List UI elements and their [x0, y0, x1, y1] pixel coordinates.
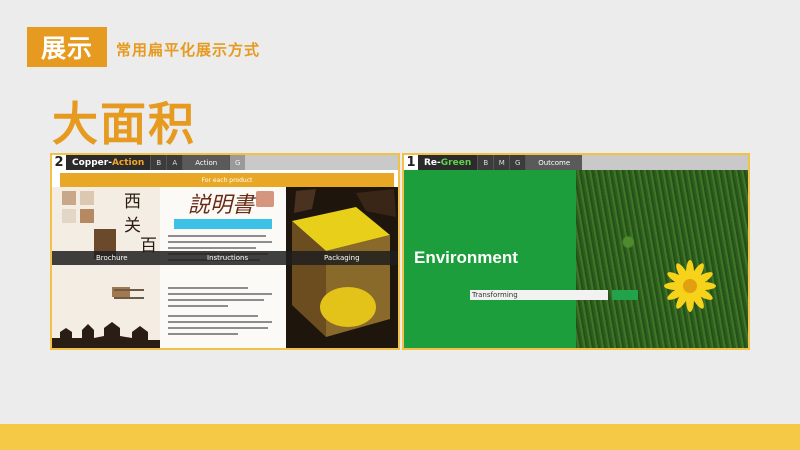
tab-action[interactable]: Action [182, 155, 230, 170]
text-line [168, 305, 228, 307]
packaging-box-image [286, 187, 398, 348]
label-packaging: Packaging [324, 254, 360, 262]
panel-number: 2 [52, 155, 66, 170]
decor-tile [80, 191, 94, 205]
panel-name-part1: Re- [424, 157, 441, 168]
text-line [114, 289, 144, 291]
calligraphy-char: 西 [124, 192, 141, 212]
re-green-panel: 1 Re- Green B M G Outcome Environment Tra… [402, 153, 750, 350]
panel-number: 1 [404, 155, 418, 170]
tab-b[interactable]: B [150, 155, 167, 170]
text-line [168, 299, 264, 301]
tabbar-spacer [245, 155, 398, 170]
text-line [168, 241, 272, 243]
section-subtitle: 常用扁平化展示方式 [116, 41, 261, 59]
panel-name-part2: Green [440, 157, 472, 168]
section-label: 展示 [27, 27, 107, 67]
tab-b[interactable]: B [477, 155, 494, 170]
transforming-field: Transforming [470, 290, 608, 300]
calligraphy-char: 关 [124, 216, 141, 236]
text-line [168, 293, 272, 295]
panel-name-part1: Copper- [72, 157, 112, 168]
document-banner [174, 219, 272, 229]
section-label-strip: Brochure Instructions Packaging [52, 251, 398, 265]
instructions-document: 説明書 [160, 187, 286, 348]
re-green-tabbar: 1 Re- Green B M G Outcome [404, 155, 748, 170]
text-line [168, 315, 258, 317]
seal-stamp [256, 191, 274, 207]
document-title: 説明書 [188, 193, 255, 218]
tabbar-spacer [582, 155, 748, 170]
re-green-content: Environment Transforming [404, 170, 748, 348]
text-line [168, 333, 238, 335]
text-line [168, 247, 256, 249]
label-instructions: Instructions [207, 254, 249, 262]
decor-tile [62, 209, 76, 223]
label-brochure: Brochure [96, 254, 128, 262]
decor-tile [62, 191, 76, 205]
product-banner: For each product [60, 173, 394, 187]
tab-m[interactable]: M [493, 155, 510, 170]
tab-g[interactable]: G [229, 155, 246, 170]
panel-name: Re- Green [418, 155, 477, 170]
copper-action-content: For each product 西 关 百 説明書 Brochure Inst… [52, 170, 398, 348]
text-line [168, 321, 272, 323]
copper-action-panel: 2 Copper- Action B A Action G For each pr… [50, 153, 400, 350]
text-line [168, 287, 248, 289]
transform-go-button[interactable] [612, 290, 638, 300]
text-line [168, 235, 266, 237]
text-line [114, 297, 144, 299]
tab-outcome[interactable]: Outcome [525, 155, 583, 170]
environment-title: Environment [414, 248, 518, 267]
decor-tile [80, 209, 94, 223]
text-line [168, 327, 268, 329]
footer-band [0, 424, 800, 450]
brochure-artwork: 西 关 百 [52, 187, 192, 348]
panel-name: Copper- Action [66, 155, 150, 170]
flower-image [664, 260, 716, 312]
copper-action-tabbar: 2 Copper- Action B A Action G [52, 155, 398, 170]
tab-g[interactable]: G [509, 155, 526, 170]
packaging-photo [286, 187, 398, 348]
panel-name-part2: Action [111, 157, 145, 168]
tab-a[interactable]: A [166, 155, 183, 170]
page-title: 大面积 [52, 97, 196, 151]
